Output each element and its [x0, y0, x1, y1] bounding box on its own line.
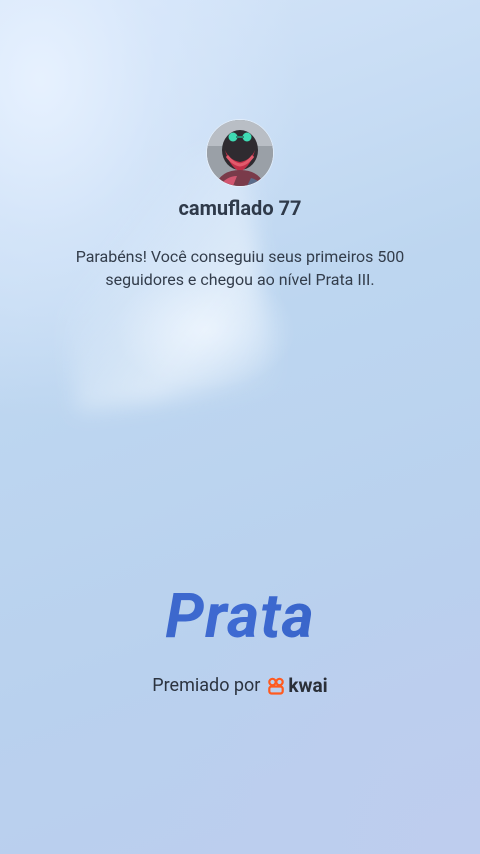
award-prefix: Premiado por — [152, 675, 261, 696]
award-line: Premiado por kwai — [0, 674, 480, 697]
kwai-brand-name: kwai — [288, 674, 328, 697]
kwai-logo-icon — [268, 677, 285, 695]
avatar-image — [207, 120, 273, 186]
achievement-screen: camuflado 77 Parabéns! Você conseguiu se… — [0, 0, 480, 854]
kwai-brand: kwai — [266, 674, 328, 697]
level-title: Prata — [0, 580, 480, 653]
congratulations-message: Parabéns! Você conseguiu seus primeiros … — [75, 247, 405, 289]
username: camuflado 77 — [178, 196, 302, 220]
avatar[interactable] — [207, 120, 273, 186]
